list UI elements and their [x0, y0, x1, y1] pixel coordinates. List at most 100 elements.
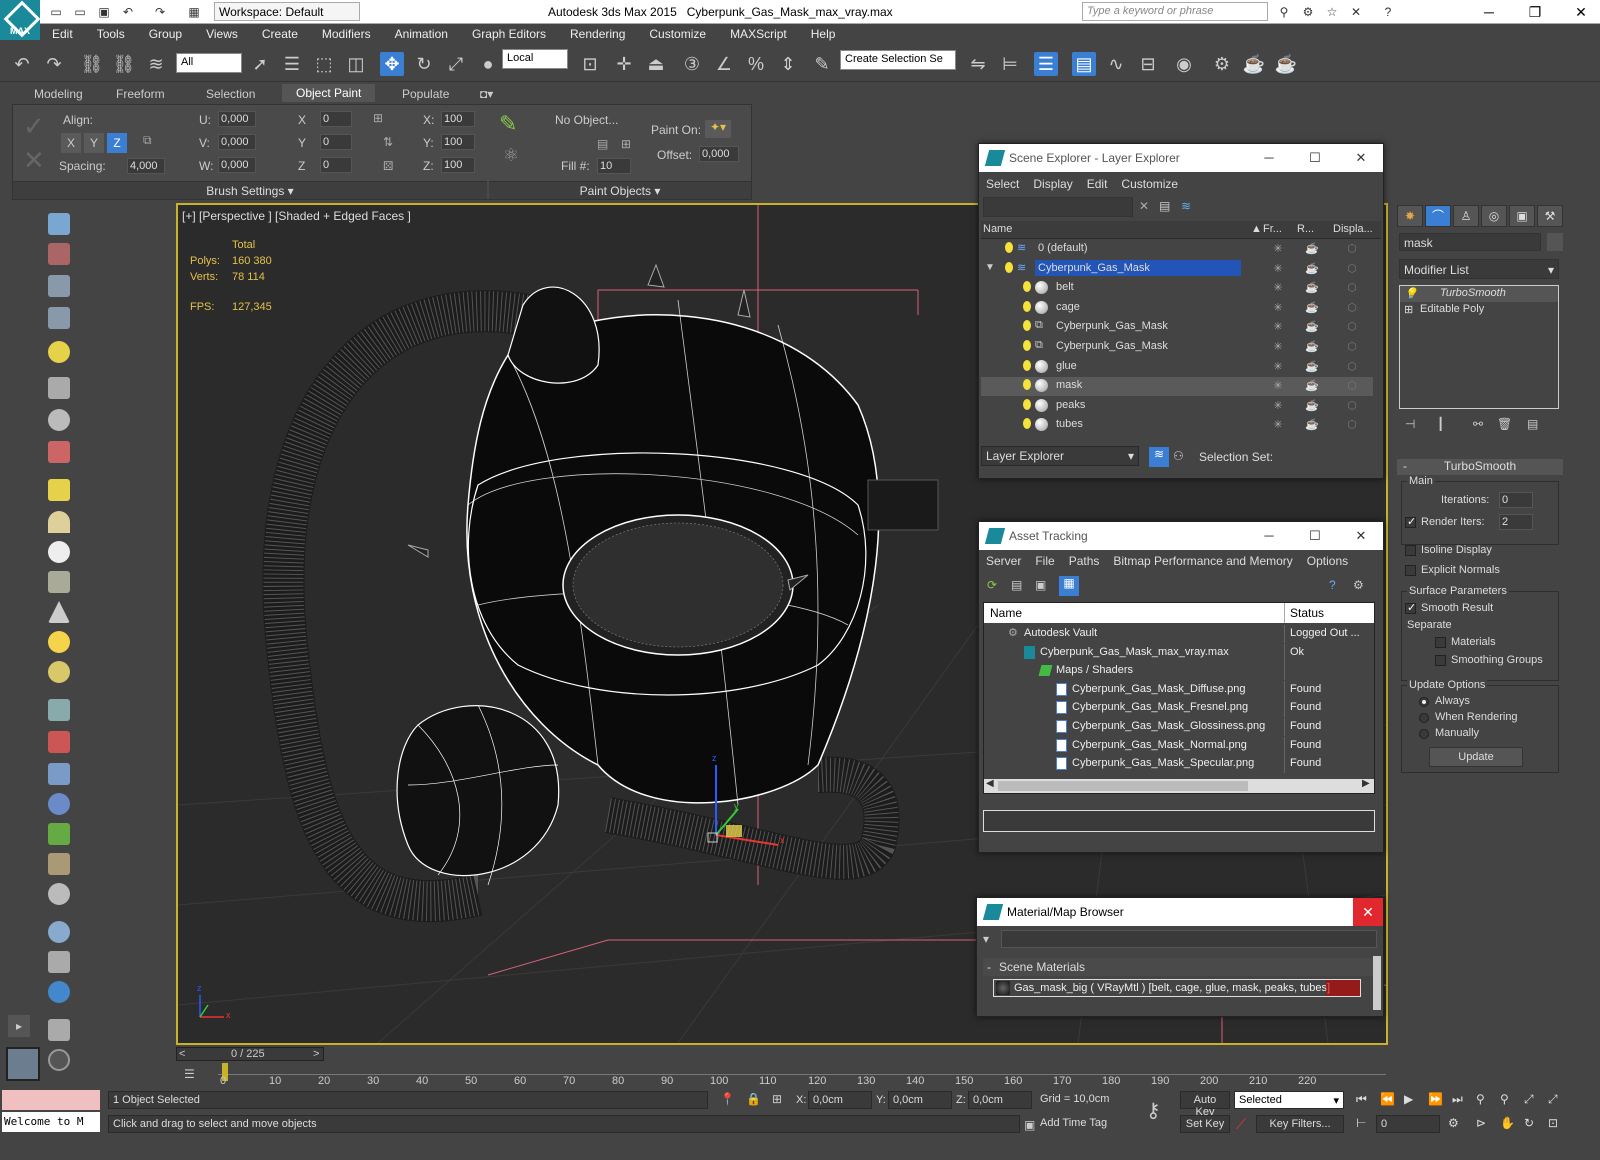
- list-icon[interactable]: [48, 275, 70, 297]
- particles-icon[interactable]: [48, 699, 70, 721]
- menu-file[interactable]: File: [1028, 550, 1061, 572]
- list-view-icon[interactable]: ▤: [1011, 578, 1022, 592]
- minimize-icon[interactable]: ─: [1259, 526, 1279, 546]
- help-icon[interactable]: ?: [1380, 4, 1396, 20]
- display-box-icon[interactable]: ⬡: [1345, 379, 1359, 393]
- render-teapot-icon[interactable]: ☕: [1305, 301, 1319, 315]
- display-box-icon[interactable]: ⬡: [1345, 281, 1359, 295]
- rotate-x-spinner[interactable]: 0: [320, 111, 352, 127]
- menu-customize[interactable]: Customize: [637, 24, 718, 44]
- collapse-arrow-icon[interactable]: ▼: [985, 262, 995, 273]
- z-coordinate-field[interactable]: 0,0cm: [968, 1091, 1032, 1109]
- scale-icon[interactable]: ⤢: [444, 52, 468, 76]
- menu-display[interactable]: Display: [1026, 173, 1079, 195]
- light-bulb-icon[interactable]: 💡: [1404, 287, 1418, 300]
- table-view-icon[interactable]: ▦: [1059, 576, 1079, 596]
- stack-item-editable-poly[interactable]: ⊞ Editable Poly: [1400, 302, 1558, 318]
- random-scale-icon[interactable]: ⚄: [383, 159, 393, 173]
- snap-3d-icon[interactable]: ③: [680, 52, 704, 76]
- vault-help-icon[interactable]: ?: [1329, 578, 1336, 592]
- zoom-extents-icon[interactable]: ⤢: [1524, 1092, 1534, 1107]
- render-teapot-icon[interactable]: ☕: [1305, 340, 1319, 354]
- modifier-list-dropdown[interactable]: Modifier List ▾: [1399, 259, 1559, 279]
- key-set-dropdown[interactable]: Selected ▾: [1234, 1091, 1344, 1109]
- menu-edit[interactable]: Edit: [1080, 173, 1115, 195]
- menu-views[interactable]: Views: [194, 24, 250, 44]
- render-teapot-icon[interactable]: ☕: [1305, 262, 1319, 276]
- zoom-all-icon[interactable]: ⚲: [1500, 1092, 1509, 1106]
- rotate-icon[interactable]: ↻: [412, 52, 436, 76]
- object-color-swatch[interactable]: [1547, 233, 1563, 251]
- light-bulb-icon[interactable]: [1023, 418, 1031, 430]
- col-name[interactable]: Name: [983, 223, 1012, 235]
- render-teapot-icon[interactable]: ☕: [1305, 281, 1319, 295]
- helper-icon[interactable]: [48, 409, 70, 431]
- menu-create[interactable]: Create: [250, 24, 310, 44]
- key-filters-button[interactable]: Key Filters...: [1256, 1115, 1344, 1133]
- show-end-result-icon[interactable]: ┃: [1437, 417, 1444, 431]
- light-bulb-icon[interactable]: [1023, 281, 1031, 293]
- select-by-name-icon[interactable]: ☰: [280, 52, 304, 76]
- binoculars-icon[interactable]: ⚲: [1276, 4, 1292, 20]
- render-teapot-icon[interactable]: ☕: [1305, 320, 1319, 334]
- undo-icon[interactable]: ↶: [120, 4, 136, 20]
- schematic-view-icon[interactable]: ⊟: [1136, 52, 1160, 76]
- workspace-dropdown[interactable]: Workspace: Default: [214, 2, 360, 21]
- angle-snap-icon[interactable]: ∠: [712, 52, 736, 76]
- menu-modifiers[interactable]: Modifiers: [310, 24, 383, 44]
- layer-row[interactable]: glue ✳ ☕ ⬡: [981, 358, 1373, 377]
- zoom-extents-all-icon[interactable]: ⤢: [1548, 1092, 1558, 1107]
- maximize-viewport-icon[interactable]: ⊡: [1548, 1116, 1558, 1130]
- edit-named-sets-icon[interactable]: ✎: [810, 52, 834, 76]
- render-setup-icon[interactable]: ⚙: [1210, 52, 1234, 76]
- pyramid-icon[interactable]: [48, 763, 70, 785]
- light-bulb-icon[interactable]: [1005, 242, 1013, 253]
- layer-row[interactable]: ⧉ Cyberpunk_Gas_Mask ✳ ☕ ⬡: [981, 318, 1373, 337]
- asset-row[interactable]: ⚙ Autodesk Vault Logged Out ...: [984, 625, 1370, 643]
- modify-tab-icon[interactable]: ⌒: [1425, 205, 1451, 227]
- curve-editor-icon[interactable]: ∿: [1104, 52, 1128, 76]
- freeze-icon[interactable]: ✳: [1271, 340, 1285, 354]
- menu-paths[interactable]: Paths: [1062, 550, 1107, 572]
- always-radio[interactable]: [1419, 697, 1429, 707]
- refresh-icon[interactable]: ⟳: [987, 578, 997, 592]
- spacing-spinner[interactable]: 4,000: [127, 158, 165, 174]
- layer-row[interactable]: belt ✳ ☕ ⬡: [981, 279, 1373, 298]
- light-bulb-icon[interactable]: [1023, 398, 1031, 410]
- horizontal-scrollbar[interactable]: ◀ ▶: [984, 778, 1374, 793]
- create-tab-icon[interactable]: ✸: [1397, 205, 1423, 227]
- menu-edit[interactable]: Edit: [40, 24, 85, 44]
- menu-select[interactable]: Select: [979, 173, 1026, 195]
- viewport-thumb[interactable]: [6, 1047, 40, 1081]
- freeze-icon[interactable]: ✳: [1271, 281, 1285, 295]
- key-icon[interactable]: ⚷: [1146, 1098, 1161, 1123]
- asset-row[interactable]: Cyberpunk_Gas_Mask_max_vray.max Ok: [984, 643, 1370, 662]
- freeze-icon[interactable]: ✳: [1271, 242, 1285, 256]
- pin-stack-icon[interactable]: ⊣: [1405, 417, 1415, 431]
- plant-icon[interactable]: [48, 823, 70, 845]
- col-name[interactable]: Name: [990, 606, 1022, 620]
- reference-coord-dropdown[interactable]: Local: [502, 49, 568, 69]
- menu-server[interactable]: Server: [979, 550, 1028, 572]
- scroll-right-icon[interactable]: ▶: [1362, 778, 1370, 789]
- asset-row[interactable]: Cyberpunk_Gas_Mask_Fresnel.png Found: [984, 699, 1370, 718]
- close-icon[interactable]: ✕: [1566, 2, 1596, 22]
- scroll-left-icon[interactable]: ◀: [986, 778, 994, 789]
- y-coordinate-field[interactable]: 0,0cm: [888, 1091, 952, 1109]
- tab-freeform[interactable]: Freeform: [116, 87, 165, 101]
- thumbnail-icon[interactable]: ▣: [1035, 578, 1046, 592]
- check-icon[interactable]: ✓: [23, 111, 45, 142]
- stack-item-turbosmooth[interactable]: 💡 TurboSmooth: [1400, 286, 1558, 302]
- sort-icon[interactable]: ▲: [1251, 223, 1262, 235]
- motion-tab-icon[interactable]: ◎: [1481, 205, 1507, 227]
- freeze-icon[interactable]: ✳: [1271, 320, 1285, 334]
- flip-icon[interactable]: ⧉: [143, 133, 152, 148]
- offset-spinner[interactable]: 0,000: [699, 146, 739, 162]
- display-box-icon[interactable]: ⬡: [1345, 340, 1359, 354]
- smooth-result-checkbox[interactable]: [1405, 601, 1416, 614]
- move-icon[interactable]: ✥: [380, 52, 404, 76]
- play-icon[interactable]: ▶: [1404, 1092, 1413, 1106]
- axis-y-button[interactable]: Y: [84, 133, 104, 153]
- display-box-icon[interactable]: ⬡: [1345, 262, 1359, 276]
- light-bulb-icon[interactable]: [1023, 300, 1031, 312]
